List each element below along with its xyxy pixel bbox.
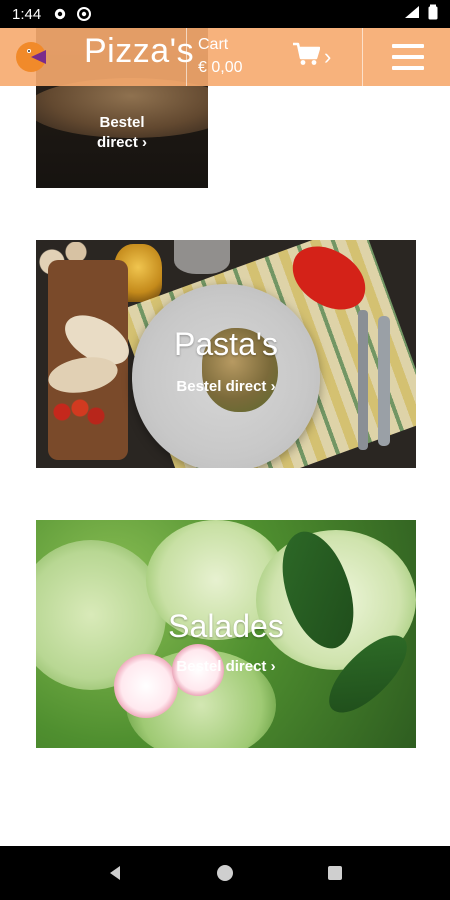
cart-icon bbox=[292, 42, 321, 72]
data-saver-icon bbox=[77, 7, 92, 21]
salades-title: Salades bbox=[168, 608, 284, 644]
category-card-salades[interactable]: Salades Bestel direct › bbox=[36, 520, 416, 748]
menu-bar bbox=[392, 44, 424, 48]
cart-total[interactable]: € 0,00 bbox=[198, 59, 242, 77]
pizzas-order-link-line2[interactable]: direct › bbox=[36, 134, 208, 151]
recent-apps-icon[interactable] bbox=[315, 853, 355, 893]
pastas-title: Pasta's bbox=[174, 326, 278, 362]
menu-icon[interactable] bbox=[392, 44, 424, 70]
menu-bar bbox=[392, 66, 424, 70]
glass-image bbox=[174, 240, 230, 274]
pastas-order-link[interactable]: Bestel direct › bbox=[36, 378, 416, 395]
tomatoes-image bbox=[52, 398, 106, 428]
logo-icon[interactable] bbox=[12, 38, 50, 76]
home-icon[interactable] bbox=[205, 853, 245, 893]
cart-label[interactable]: Cart bbox=[198, 36, 228, 54]
salades-order-link[interactable]: Bestel direct › bbox=[36, 658, 416, 675]
app-header: Pizza's Cart € 0,00 › bbox=[0, 28, 450, 86]
cart-button[interactable]: › bbox=[292, 42, 344, 72]
status-time: 1:44 bbox=[12, 5, 42, 23]
back-icon[interactable] bbox=[95, 853, 135, 893]
system-nav-bar bbox=[0, 846, 450, 900]
menu-bar bbox=[392, 55, 424, 59]
gear-icon bbox=[53, 7, 67, 21]
header-divider bbox=[186, 28, 187, 86]
status-bar: 1:44 bbox=[0, 0, 450, 28]
signal-icon bbox=[404, 5, 420, 23]
header-divider bbox=[362, 28, 363, 86]
category-card-pastas[interactable]: Pasta's Bestel direct › bbox=[36, 240, 416, 468]
status-right bbox=[404, 4, 438, 24]
brand-title: Pizza's bbox=[84, 32, 195, 70]
cart-chevron: › bbox=[324, 44, 332, 69]
pizzas-order-link-line1[interactable]: Bestel bbox=[36, 114, 208, 131]
battery-icon bbox=[428, 4, 438, 24]
